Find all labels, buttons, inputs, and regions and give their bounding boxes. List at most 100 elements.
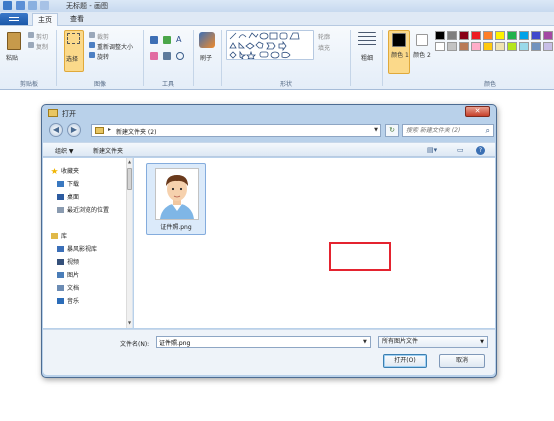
nav-item-pictures[interactable]: 图片: [57, 270, 79, 280]
nav-item-libraries[interactable]: 库: [51, 231, 67, 241]
copy-label[interactable]: 复制: [36, 42, 48, 51]
palette-swatch[interactable]: [543, 31, 553, 40]
palette-swatch[interactable]: [459, 31, 469, 40]
palette-swatch[interactable]: [447, 31, 457, 40]
back-button[interactable]: ◀: [49, 123, 63, 137]
palette-swatch[interactable]: [471, 31, 481, 40]
size-label[interactable]: 粗细: [361, 53, 373, 62]
file-item[interactable]: 证件照.png: [146, 163, 206, 235]
organize-button[interactable]: 组织 ▼: [55, 146, 74, 155]
cut-label[interactable]: 剪切: [36, 32, 48, 41]
chevron-down-icon[interactable]: ▼: [363, 339, 367, 345]
nav-item-favorites[interactable]: 收藏夹: [51, 166, 79, 176]
palette-swatch[interactable]: [435, 42, 445, 51]
open-dialog: 打开 ✕ ◀ ▶ ▸ 新建文件夹 (2) ▼ ↻ ⌕ 组织 ▼ 新建文件夹 ▤▾…: [41, 104, 497, 378]
palette-swatch[interactable]: [495, 31, 505, 40]
resize-label[interactable]: 重新调整大小: [97, 42, 133, 51]
size-icon[interactable]: [358, 32, 376, 48]
search-box[interactable]: ⌕: [402, 124, 494, 137]
chevron-down-icon[interactable]: ▼: [374, 127, 378, 133]
save-icon[interactable]: [16, 1, 25, 10]
breadcrumb[interactable]: 新建文件夹 (2): [116, 127, 156, 136]
scroll-down-icon[interactable]: ▼: [127, 320, 132, 325]
nav-item-documents[interactable]: 文档: [57, 283, 79, 293]
nav-item-recent-places[interactable]: 最近浏览的位置: [57, 205, 109, 215]
resize-icon[interactable]: [89, 42, 95, 48]
magnifier-icon[interactable]: [176, 52, 184, 60]
palette-swatch[interactable]: [483, 31, 493, 40]
preview-pane-icon[interactable]: ▭: [457, 146, 464, 154]
video-icon: [57, 259, 64, 265]
palette-swatch[interactable]: [519, 31, 529, 40]
palette-swatch[interactable]: [495, 42, 505, 51]
refresh-button[interactable]: ↻: [385, 124, 399, 137]
nav-item-desktop[interactable]: 桌面: [57, 192, 79, 202]
scroll-up-icon[interactable]: ▲: [127, 159, 132, 164]
open-button-highlight: [329, 242, 391, 271]
brushes-icon[interactable]: [199, 32, 215, 48]
file-type-filter[interactable]: 所有图片文件 ▼: [378, 336, 488, 348]
fill-label[interactable]: 填充: [318, 43, 330, 52]
copy-icon[interactable]: [28, 42, 34, 48]
open-button[interactable]: 打开(O): [383, 354, 427, 368]
group-divider: [193, 30, 194, 86]
forward-button[interactable]: ▶: [67, 123, 81, 137]
nav-item-videos[interactable]: 视频: [57, 257, 79, 267]
cut-icon[interactable]: [28, 32, 34, 38]
dialog-title: 打开: [62, 110, 76, 118]
paste-icon[interactable]: [7, 32, 21, 50]
text-icon[interactable]: A: [176, 36, 184, 44]
palette-swatch[interactable]: [459, 42, 469, 51]
close-button[interactable]: ✕: [465, 106, 490, 117]
palette-swatch[interactable]: [435, 31, 445, 40]
help-icon[interactable]: ?: [476, 146, 485, 155]
filter-value: 所有图片文件: [382, 338, 419, 345]
palette-swatch[interactable]: [447, 42, 457, 51]
fill-bucket-icon[interactable]: [163, 36, 171, 44]
palette-swatch[interactable]: [483, 42, 493, 51]
address-bar[interactable]: ▸ 新建文件夹 (2) ▼: [91, 124, 381, 137]
palette-swatch[interactable]: [507, 42, 517, 51]
group-divider: [221, 30, 222, 86]
view-options-icon[interactable]: ▤▾: [427, 146, 437, 154]
palette-swatch[interactable]: [507, 31, 517, 40]
brushes-label[interactable]: 刷子: [200, 53, 212, 62]
scrollbar-thumb[interactable]: [127, 168, 132, 190]
color2-label[interactable]: 颜色 2: [413, 52, 431, 60]
folder-icon: [95, 127, 104, 134]
download-folder-icon: [57, 181, 64, 187]
color-picker-icon[interactable]: [163, 52, 171, 60]
paint-menu-button[interactable]: [0, 13, 28, 25]
tab-home[interactable]: 主页: [32, 13, 58, 26]
select-label: 选择: [66, 56, 79, 63]
portrait-image: [156, 169, 198, 219]
undo-icon[interactable]: [28, 1, 37, 10]
outline-label[interactable]: 轮廓: [318, 32, 330, 41]
nav-scrollbar[interactable]: ▲ ▼: [126, 158, 132, 328]
cancel-button[interactable]: 取消: [439, 354, 485, 368]
filename-input[interactable]: [156, 336, 371, 348]
new-folder-button[interactable]: 新建文件夹: [93, 146, 123, 155]
pictures-icon: [57, 272, 64, 278]
palette-swatch[interactable]: [519, 42, 529, 51]
search-icon[interactable]: ⌕: [486, 126, 490, 136]
eraser-icon[interactable]: [150, 52, 158, 60]
crop-label[interactable]: 裁剪: [97, 32, 109, 41]
crop-icon[interactable]: [89, 32, 95, 38]
palette-swatch[interactable]: [471, 42, 481, 51]
tab-view[interactable]: 查看: [64, 13, 90, 26]
pencil-icon[interactable]: [150, 36, 158, 44]
nav-item-downloads[interactable]: 下载: [57, 179, 79, 189]
ribbon-tab-row: 主页 查看: [0, 12, 554, 26]
nav-item-music[interactable]: 音乐: [57, 296, 79, 306]
redo-icon[interactable]: [40, 1, 49, 10]
shapes-gallery[interactable]: [226, 30, 314, 61]
nav-item-video-library[interactable]: 暴风影视库: [57, 244, 97, 254]
palette-swatch[interactable]: [531, 42, 541, 51]
color2-swatch[interactable]: [416, 34, 428, 46]
palette-swatch[interactable]: [543, 42, 553, 51]
rotate-label[interactable]: 旋转: [97, 52, 109, 61]
palette-swatch[interactable]: [531, 31, 541, 40]
search-input[interactable]: [406, 126, 478, 135]
rotate-icon[interactable]: [89, 52, 95, 58]
